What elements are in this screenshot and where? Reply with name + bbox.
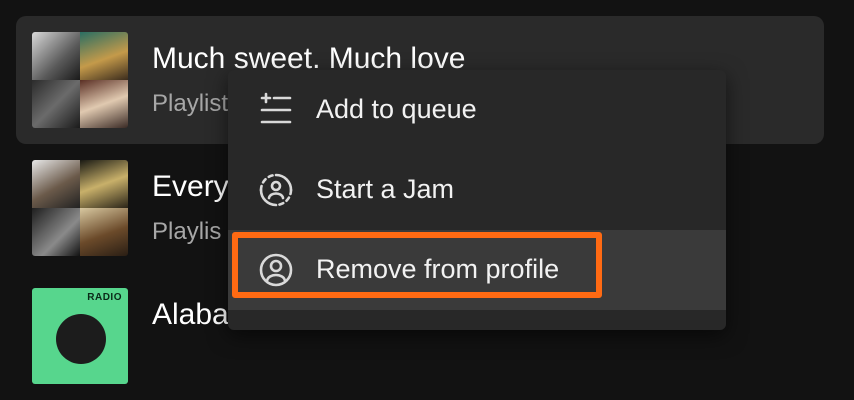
playlist-subtitle: Playlist <box>152 90 229 117</box>
artist-avatar <box>56 314 106 364</box>
playlist-subtitle: Playlis <box>152 218 222 245</box>
menu-item-label: Start a Jam <box>316 174 455 204</box>
jam-icon <box>259 173 293 207</box>
highlight-box <box>232 232 602 298</box>
playlist-cover <box>32 32 128 128</box>
playlist-title: Every <box>152 170 229 203</box>
menu-item-add-to-queue[interactable]: Add to queue <box>228 70 726 150</box>
playlist-title: Alaba <box>152 298 229 331</box>
radio-badge: RADIO <box>87 292 122 303</box>
playlist-cover <box>32 160 128 256</box>
radio-cover: RADIO <box>32 288 128 384</box>
add-to-queue-icon <box>260 92 292 124</box>
menu-item-label: Add to queue <box>316 94 477 124</box>
menu-item-start-a-jam[interactable]: Start a Jam <box>228 150 726 230</box>
